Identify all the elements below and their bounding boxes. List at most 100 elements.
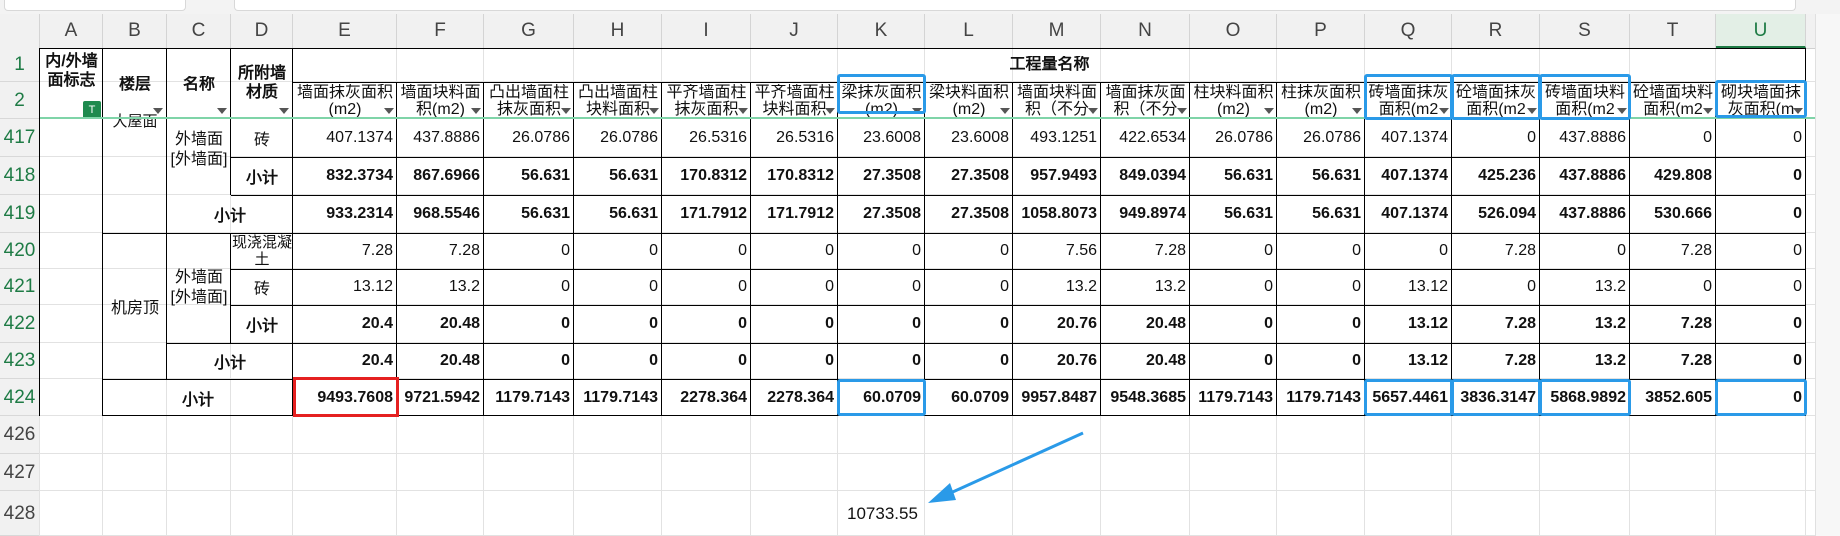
data-cell[interactable]: 7.28 (1630, 233, 1716, 269)
data-cell[interactable]: 9957.8487 (1013, 379, 1101, 416)
data-cell[interactable]: 0 (1190, 233, 1277, 269)
data-cell[interactable]: 2278.364 (662, 379, 751, 416)
data-cell[interactable]: 7.28 (1452, 343, 1540, 379)
data-cell[interactable]: 0 (751, 343, 838, 379)
dropdown-arrow-icon[interactable] (469, 104, 481, 116)
data-cell[interactable]: 0 (1716, 119, 1806, 157)
data-cell[interactable]: 0 (1716, 195, 1806, 233)
data-cell[interactable]: 437.8886 (1540, 195, 1630, 233)
data-cell[interactable]: 27.3508 (838, 157, 925, 195)
row-header-422[interactable]: 422 (0, 305, 40, 343)
data-cell[interactable]: 7.28 (1630, 305, 1716, 343)
data-cell[interactable]: 0 (838, 233, 925, 269)
dropdown-arrow-icon[interactable] (736, 104, 748, 116)
column-header-m[interactable]: M (1013, 14, 1101, 48)
row-header-1[interactable]: 1 (0, 48, 40, 82)
data-cell[interactable]: 13.2 (1101, 269, 1190, 305)
row-header-419[interactable]: 419 (0, 195, 40, 233)
data-cell[interactable]: 171.7912 (662, 195, 751, 233)
data-cell[interactable]: 1179.7143 (574, 379, 662, 416)
data-cell[interactable]: 2278.364 (751, 379, 838, 416)
data-cell[interactable]: 0 (1716, 305, 1806, 343)
data-cell[interactable]: 0 (925, 305, 1013, 343)
data-cell[interactable]: 13.2 (397, 269, 484, 305)
data-cell[interactable]: 407.1374 (1365, 157, 1452, 195)
data-cell[interactable]: 56.631 (574, 157, 662, 195)
data-cell[interactable]: 13.2 (1540, 305, 1630, 343)
data-cell[interactable]: 0 (1630, 269, 1716, 305)
data-cell[interactable]: 56.631 (1190, 195, 1277, 233)
data-cell[interactable]: 27.3508 (925, 195, 1013, 233)
data-cell[interactable]: 60.0709 (925, 379, 1013, 416)
data-cell[interactable]: 0 (484, 343, 574, 379)
data-cell[interactable]: 56.631 (574, 195, 662, 233)
data-cell[interactable]: 170.8312 (751, 157, 838, 195)
data-cell[interactable]: 23.6008 (925, 119, 1013, 157)
data-cell[interactable]: 0 (1277, 343, 1365, 379)
data-cell[interactable]: 20.4 (293, 343, 397, 379)
select-all-corner[interactable] (0, 14, 40, 48)
data-cell[interactable]: 7.28 (1452, 305, 1540, 343)
row-header-423[interactable]: 423 (0, 343, 40, 379)
data-cell[interactable]: 9721.5942 (397, 379, 484, 416)
column-header-d[interactable]: D (231, 14, 293, 48)
data-cell[interactable]: 56.631 (1277, 195, 1365, 233)
data-cell[interactable]: 0 (838, 269, 925, 305)
data-cell[interactable]: 170.8312 (662, 157, 751, 195)
row-header-420[interactable]: 420 (0, 233, 40, 269)
row-header-427[interactable]: 427 (0, 454, 40, 491)
column-header-k[interactable]: K (838, 14, 925, 48)
data-cell[interactable]: 0 (1452, 269, 1540, 305)
data-cell[interactable]: 26.0786 (1190, 119, 1277, 157)
data-cell[interactable]: 27.3508 (925, 157, 1013, 195)
data-cell[interactable]: 26.5316 (662, 119, 751, 157)
data-cell[interactable]: 1179.7143 (484, 379, 574, 416)
data-cell[interactable]: 7.28 (397, 233, 484, 269)
data-cell[interactable]: 0 (1716, 343, 1806, 379)
row-header-424[interactable]: 424 (0, 379, 40, 416)
data-cell[interactable]: 526.094 (1452, 195, 1540, 233)
row-header-426[interactable]: 426 (0, 416, 40, 454)
column-header-t[interactable]: T (1630, 14, 1716, 48)
column-header-u[interactable]: U (1716, 14, 1806, 48)
data-cell[interactable]: 13.12 (1365, 305, 1452, 343)
data-cell[interactable]: 56.631 (484, 157, 574, 195)
data-cell[interactable]: 0 (484, 305, 574, 343)
data-cell[interactable]: 20.4 (293, 305, 397, 343)
dropdown-arrow-icon[interactable] (1350, 104, 1362, 116)
data-cell[interactable]: 56.631 (484, 195, 574, 233)
data-cell[interactable]: 0 (574, 233, 662, 269)
data-cell[interactable]: 0 (1630, 119, 1716, 157)
data-cell[interactable]: 0 (751, 233, 838, 269)
data-cell[interactable]: 13.2 (1540, 269, 1630, 305)
column-header-r[interactable]: R (1452, 14, 1540, 48)
data-cell[interactable]: 437.8886 (1540, 157, 1630, 195)
data-cell[interactable]: 0 (1540, 233, 1630, 269)
column-header-q[interactable]: Q (1365, 14, 1452, 48)
data-cell[interactable]: 1058.8073 (1013, 195, 1101, 233)
data-cell[interactable]: 1179.7143 (1190, 379, 1277, 416)
data-cell[interactable]: 407.1374 (1365, 119, 1452, 157)
data-cell[interactable]: 407.1374 (293, 119, 397, 157)
data-cell[interactable]: 0 (751, 305, 838, 343)
data-cell[interactable]: 26.5316 (751, 119, 838, 157)
row-header-421[interactable]: 421 (0, 269, 40, 305)
data-cell[interactable]: 0 (1716, 269, 1806, 305)
data-cell[interactable]: 0 (662, 269, 751, 305)
data-cell[interactable]: 13.2 (1013, 269, 1101, 305)
data-cell[interactable]: 0 (1277, 269, 1365, 305)
dropdown-arrow-icon[interactable] (277, 104, 289, 116)
data-cell[interactable]: 0 (1277, 233, 1365, 269)
dropdown-arrow-icon[interactable] (1175, 104, 1187, 116)
data-cell[interactable]: 171.7912 (751, 195, 838, 233)
column-header-j[interactable]: J (751, 14, 838, 48)
data-cell[interactable]: 0 (838, 343, 925, 379)
row-header-417[interactable]: 417 (0, 119, 40, 157)
data-cell[interactable]: 867.6966 (397, 157, 484, 195)
data-cell[interactable]: 0 (1277, 305, 1365, 343)
data-cell[interactable]: 407.1374 (1365, 195, 1452, 233)
data-cell[interactable]: 7.28 (1452, 233, 1540, 269)
data-cell[interactable]: 56.631 (1277, 157, 1365, 195)
column-header-l[interactable]: L (925, 14, 1013, 48)
data-cell[interactable]: 493.1251 (1013, 119, 1101, 157)
